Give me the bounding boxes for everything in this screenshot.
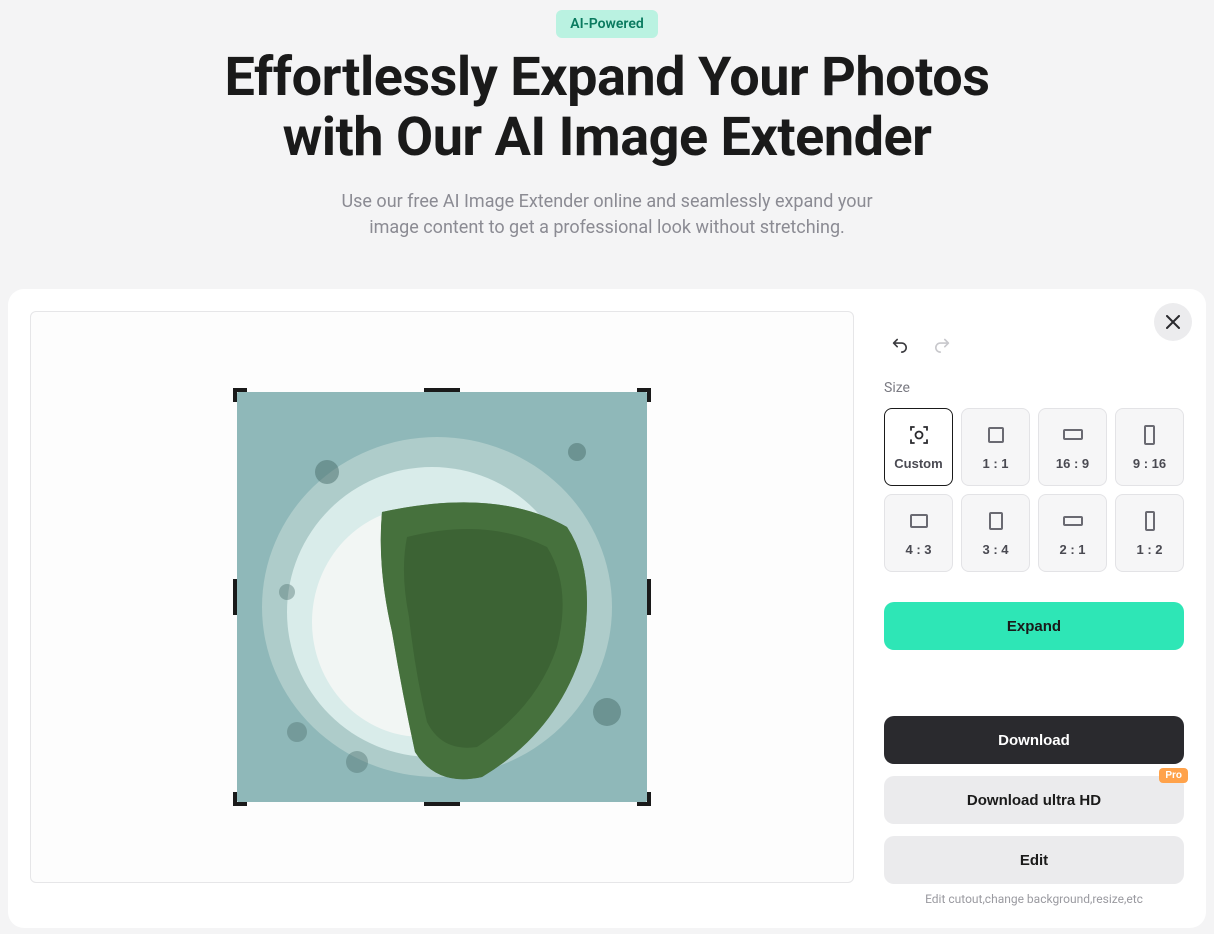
size-option-1-2[interactable]: 1 : 2 [1115, 494, 1184, 572]
undo-button[interactable] [888, 333, 910, 358]
size-option-label: 4 : 3 [905, 542, 931, 557]
crop-handle-bottom[interactable] [424, 802, 460, 806]
size-label: Size [884, 380, 1184, 396]
size-option-label: 3 : 4 [982, 542, 1008, 557]
size-option-3-4[interactable]: 3 : 4 [961, 494, 1030, 572]
ratio-1-1-icon [985, 424, 1007, 446]
crop-handle-right[interactable] [647, 579, 651, 615]
size-option-9-16[interactable]: 9 : 16 [1115, 408, 1184, 486]
side-panel: Size Custom 1 : 1 16 : 9 9 : 16 [884, 311, 1184, 906]
size-option-16-9[interactable]: 16 : 9 [1038, 408, 1107, 486]
hero-title: Effortlessly Expand Your Photos with Our… [197, 48, 1017, 169]
custom-crop-icon [908, 424, 930, 446]
size-option-1-1[interactable]: 1 : 1 [961, 408, 1030, 486]
crop-handle-bottom-left[interactable] [233, 792, 247, 806]
close-icon [1166, 315, 1180, 329]
close-button[interactable] [1154, 303, 1192, 341]
ratio-16-9-icon [1062, 424, 1084, 446]
size-option-label: 2 : 1 [1059, 542, 1085, 557]
crop-handle-bottom-right[interactable] [637, 792, 651, 806]
image-canvas[interactable] [30, 311, 854, 883]
crop-handle-top[interactable] [424, 388, 460, 392]
size-option-label: Custom [894, 456, 942, 471]
download-button[interactable]: Download [884, 716, 1184, 764]
hero-section: AI-Powered Effortlessly Expand Your Phot… [0, 0, 1214, 271]
edit-button[interactable]: Edit [884, 836, 1184, 884]
crop-handle-top-left[interactable] [233, 388, 247, 402]
redo-icon [934, 335, 952, 353]
size-option-label: 1 : 1 [982, 456, 1008, 471]
image-crop-frame[interactable] [237, 392, 647, 802]
edit-hint-text: Edit cutout,change background,resize,etc [884, 892, 1184, 906]
crop-handle-top-right[interactable] [637, 388, 651, 402]
size-options-grid: Custom 1 : 1 16 : 9 9 : 16 4 : 3 3 : 4 [884, 408, 1184, 572]
ratio-3-4-icon [985, 510, 1007, 532]
size-option-label: 9 : 16 [1133, 456, 1166, 471]
pro-badge: Pro [1159, 768, 1188, 783]
size-option-custom[interactable]: Custom [884, 408, 953, 486]
ratio-4-3-icon [908, 510, 930, 532]
size-option-2-1[interactable]: 2 : 1 [1038, 494, 1107, 572]
download-ultra-hd-button[interactable]: Download ultra HD Pro [884, 776, 1184, 824]
redo-button[interactable] [932, 333, 954, 358]
size-option-4-3[interactable]: 4 : 3 [884, 494, 953, 572]
editor-card: Size Custom 1 : 1 16 : 9 9 : 16 [8, 289, 1206, 928]
hero-subtitle: Use our free AI Image Extender online an… [317, 189, 897, 241]
ratio-2-1-icon [1062, 510, 1084, 532]
ai-powered-badge: AI-Powered [556, 10, 658, 38]
undo-icon [890, 335, 908, 353]
crop-handle-left[interactable] [233, 579, 237, 615]
ratio-1-2-icon [1139, 510, 1161, 532]
expand-button[interactable]: Expand [884, 602, 1184, 650]
ratio-9-16-icon [1139, 424, 1161, 446]
size-option-label: 16 : 9 [1056, 456, 1089, 471]
download-ultra-hd-label: Download ultra HD [967, 792, 1101, 809]
size-option-label: 1 : 2 [1136, 542, 1162, 557]
aerial-island-image [237, 392, 647, 802]
